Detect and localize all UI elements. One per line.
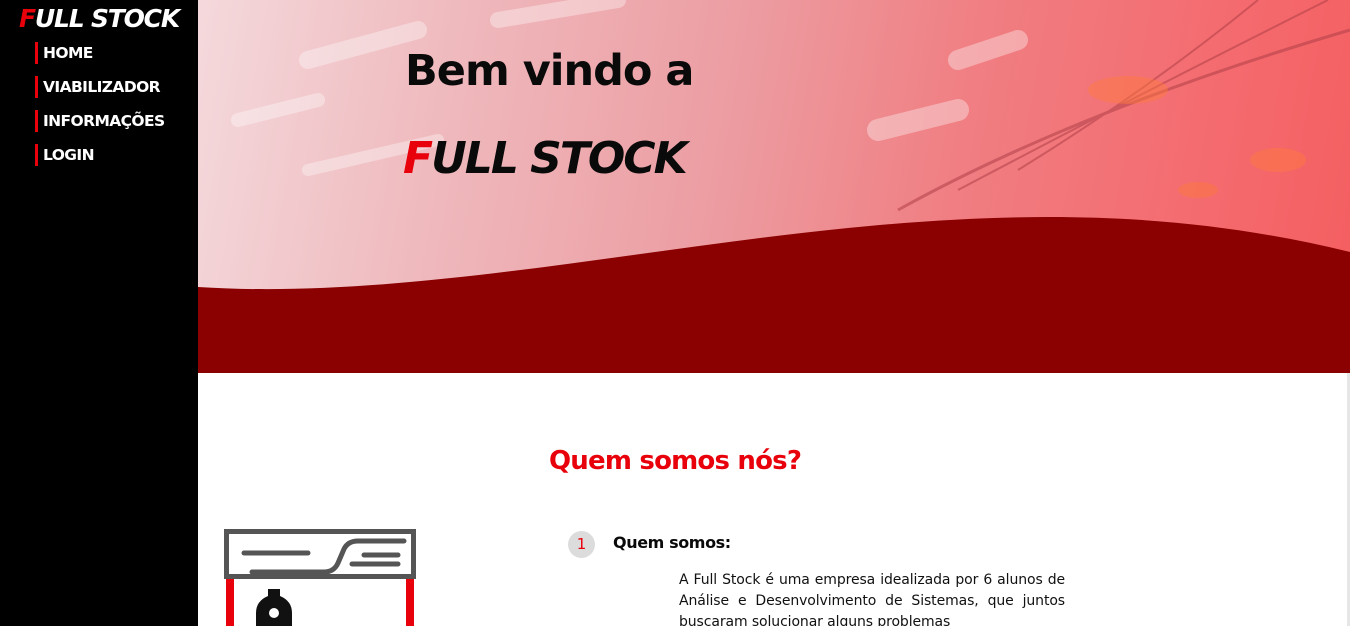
step-title: Quem somos: [613,533,731,552]
nav-item-informacoes[interactable]: INFORMAÇÕES [35,110,165,132]
nav-item-viabilizador[interactable]: VIABILIZADOR [35,76,165,98]
logo-first-letter: F [19,4,36,33]
storefront-bottle-illustration-icon [224,529,416,626]
brand-logo[interactable]: FULL STOCK [19,4,180,33]
step-description: A Full Stock é uma empresa idealizada po… [679,572,1065,626]
hero-banner: Bem vindo a FULL STOCK [198,0,1350,373]
nav-item-home[interactable]: HOME [35,42,165,64]
section-title-about: Quem somos nós? [549,446,802,476]
nav-item-login[interactable]: LOGIN [35,144,165,166]
logo-rest: ULL STOCK [34,4,180,33]
sidebar: FULL STOCK HOME VIABILIZADOR INFORMAÇÕES… [0,0,198,626]
hero-wave [198,217,1350,373]
main-nav: HOME VIABILIZADOR INFORMAÇÕES LOGIN [35,42,165,178]
step-number-badge: 1 [568,531,595,558]
